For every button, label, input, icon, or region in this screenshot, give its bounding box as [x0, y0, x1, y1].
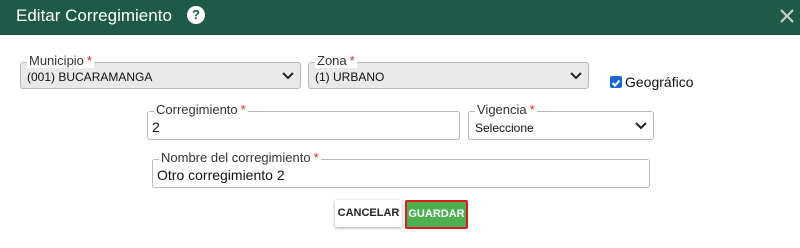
- municipio-label: Municipio *: [27, 53, 94, 68]
- dialog-header: Editar Corregimiento ?: [0, 0, 800, 35]
- zona-label: Zona *: [315, 53, 357, 68]
- vigencia-value: Seleccione: [475, 121, 534, 135]
- municipio-select[interactable]: Municipio * (001) BUCARAMANGA: [20, 54, 301, 89]
- zona-value: (1) URBANO: [315, 70, 385, 84]
- dialog-title: Editar Corregimiento: [16, 6, 172, 25]
- close-icon[interactable]: [775, 4, 799, 28]
- vigencia-label: Vigencia *: [475, 102, 537, 117]
- corregimiento-value: 2: [152, 119, 160, 135]
- vigencia-select[interactable]: Vigencia * Seleccione: [468, 103, 654, 140]
- nombre-corregimiento-label: Nombre del corregimiento *: [159, 150, 321, 165]
- zona-select[interactable]: Zona * (1) URBANO: [308, 54, 589, 89]
- geografico-label: Geográfico: [625, 74, 694, 90]
- nombre-corregimiento-input[interactable]: Nombre del corregimiento * Otro corregimi…: [152, 151, 650, 188]
- check-icon: [611, 79, 621, 87]
- corregimiento-input[interactable]: Corregimiento * 2: [147, 103, 460, 140]
- chevron-down-icon: [282, 72, 294, 80]
- chevron-down-icon: [635, 122, 647, 130]
- geografico-checkbox[interactable]: [610, 76, 622, 88]
- corregimiento-label: Corregimiento *: [154, 102, 248, 117]
- question-circle-icon[interactable]: ?: [187, 6, 205, 24]
- cancel-button[interactable]: CANCELAR: [335, 200, 402, 227]
- save-button[interactable]: GUARDAR: [405, 200, 468, 229]
- chevron-down-icon: [570, 72, 582, 80]
- nombre-corregimiento-value: Otro corregimiento 2: [157, 167, 285, 183]
- municipio-value: (001) BUCARAMANGA: [27, 70, 153, 84]
